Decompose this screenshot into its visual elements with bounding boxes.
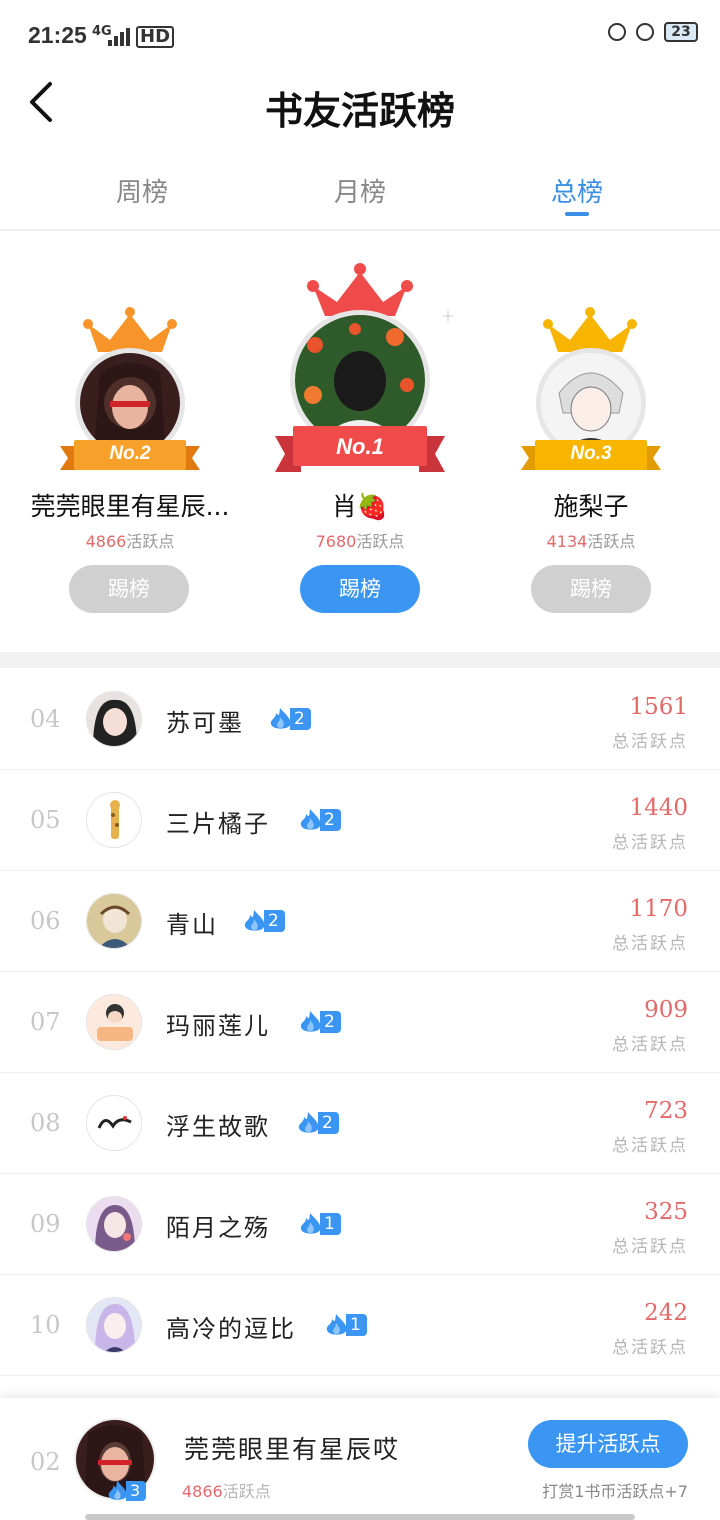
my-level-badge: 3	[106, 1480, 147, 1502]
list-item[interactable]: 09 陌月之殇 1 325 总活跃点	[0, 1174, 720, 1275]
points-label: 总活跃点	[612, 1237, 688, 1257]
user-name: 高冷的逗比	[166, 1315, 296, 1343]
level-badge: 2	[268, 707, 311, 731]
points-value: 723	[644, 1098, 688, 1124]
level-badge: 2	[296, 1111, 339, 1135]
points-label: 总活跃点	[612, 934, 688, 954]
alarm-icon	[636, 23, 654, 41]
rank-2-name: 莞莞眼里有星辰...	[30, 492, 230, 521]
rank-number: 06	[30, 907, 61, 935]
my-rank-bar: 02 3 莞莞眼里有星辰哎 4866活跃点 提升活跃点 打赏1书币活跃点+7	[0, 1398, 720, 1520]
status-icons: 23	[608, 22, 698, 42]
points-value: 325	[644, 1199, 688, 1225]
user-name: 玛丽莲儿	[166, 1012, 270, 1040]
rotation-lock-icon	[608, 23, 626, 41]
avatar[interactable]	[86, 994, 142, 1050]
user-name: 浮生故歌	[166, 1113, 270, 1141]
points-value: 909	[644, 997, 688, 1023]
rank-3-points: 4134活跃点	[546, 532, 636, 551]
avatar[interactable]	[86, 1095, 142, 1151]
avatar[interactable]	[86, 1196, 142, 1252]
tab-weekly[interactable]: 周榜	[42, 172, 242, 209]
rank-number: 09	[30, 1210, 61, 1238]
level-badge: 2	[298, 808, 341, 832]
rank-number: 05	[30, 806, 61, 834]
boost-activity-button[interactable]: 提升活跃点	[528, 1420, 688, 1468]
signal-icon	[108, 28, 132, 50]
rank-2-points: 4866活跃点	[85, 532, 175, 551]
battery-icon: 23	[664, 22, 698, 42]
points-label: 总活跃点	[612, 1136, 688, 1156]
points-value: 1170	[629, 896, 688, 922]
avatar[interactable]	[86, 691, 142, 747]
my-points: 4866活跃点	[182, 1482, 271, 1501]
avatar[interactable]	[86, 1297, 142, 1353]
rank-1-points: 7680活跃点	[315, 532, 405, 551]
list-item[interactable]: 10 高冷的逗比 1 242 总活跃点	[0, 1275, 720, 1376]
section-separator	[0, 652, 720, 668]
kick-button-rank-1[interactable]: 踢榜	[300, 565, 420, 613]
user-name: 陌月之殇	[166, 1214, 270, 1242]
points-value: 1440	[629, 795, 688, 821]
points-value: 1561	[629, 694, 688, 720]
avatar[interactable]	[86, 792, 142, 848]
rank-3-label: No.3	[570, 443, 612, 464]
rank-number: 08	[30, 1109, 61, 1137]
level-badge: 2	[298, 1010, 341, 1034]
status-time: 21:25	[28, 22, 87, 48]
points-value: 242	[644, 1300, 688, 1326]
page-title: 书友活跃榜	[264, 88, 455, 133]
list-item[interactable]: 06 青山 2 1170 总活跃点	[0, 871, 720, 972]
points-label: 总活跃点	[612, 833, 688, 853]
rank-1-name: 肖🍓	[331, 492, 389, 521]
points-label: 总活跃点	[612, 732, 688, 752]
tabs-divider	[0, 229, 720, 231]
tab-active-indicator	[565, 212, 589, 216]
user-name: 青山	[166, 911, 218, 939]
my-name: 莞莞眼里有星辰哎	[184, 1435, 401, 1464]
gesture-bar	[85, 1514, 635, 1520]
rank-3-name: 施梨子	[553, 492, 629, 521]
tab-total[interactable]: 总榜	[477, 172, 677, 209]
kick-button-rank-3[interactable]: 踢榜	[531, 565, 651, 613]
list-item[interactable]: 05 三片橘子 2 1440 总活跃点	[0, 770, 720, 871]
sparkle-icon	[440, 308, 456, 328]
hd-indicator: HD	[136, 26, 175, 48]
list-item[interactable]: 07 玛丽莲儿 2 909 总活跃点	[0, 972, 720, 1073]
points-label: 总活跃点	[612, 1035, 688, 1055]
level-badge: 1	[324, 1313, 367, 1337]
level-badge: 1	[298, 1212, 341, 1236]
reward-hint: 打赏1书币活跃点+7	[542, 1482, 688, 1501]
rank-number: 07	[30, 1008, 61, 1036]
level-badge: 2	[242, 909, 285, 933]
tab-monthly[interactable]: 月榜	[260, 172, 460, 209]
rank-2-label: No.2	[109, 443, 151, 464]
list-item[interactable]: 08 浮生故歌 2 723 总活跃点	[0, 1073, 720, 1174]
my-rank-number: 02	[30, 1448, 61, 1476]
rank-1-label: No.1	[336, 434, 384, 459]
rank-number: 04	[30, 705, 61, 733]
points-label: 总活跃点	[612, 1338, 688, 1358]
kick-button-rank-2[interactable]: 踢榜	[69, 565, 189, 613]
list-item[interactable]: 04 苏可墨 2 1561 总活跃点	[0, 669, 720, 770]
rank-number: 10	[30, 1311, 61, 1339]
user-name: 苏可墨	[166, 709, 244, 737]
avatar[interactable]	[86, 893, 142, 949]
user-name: 三片橘子	[166, 810, 270, 838]
